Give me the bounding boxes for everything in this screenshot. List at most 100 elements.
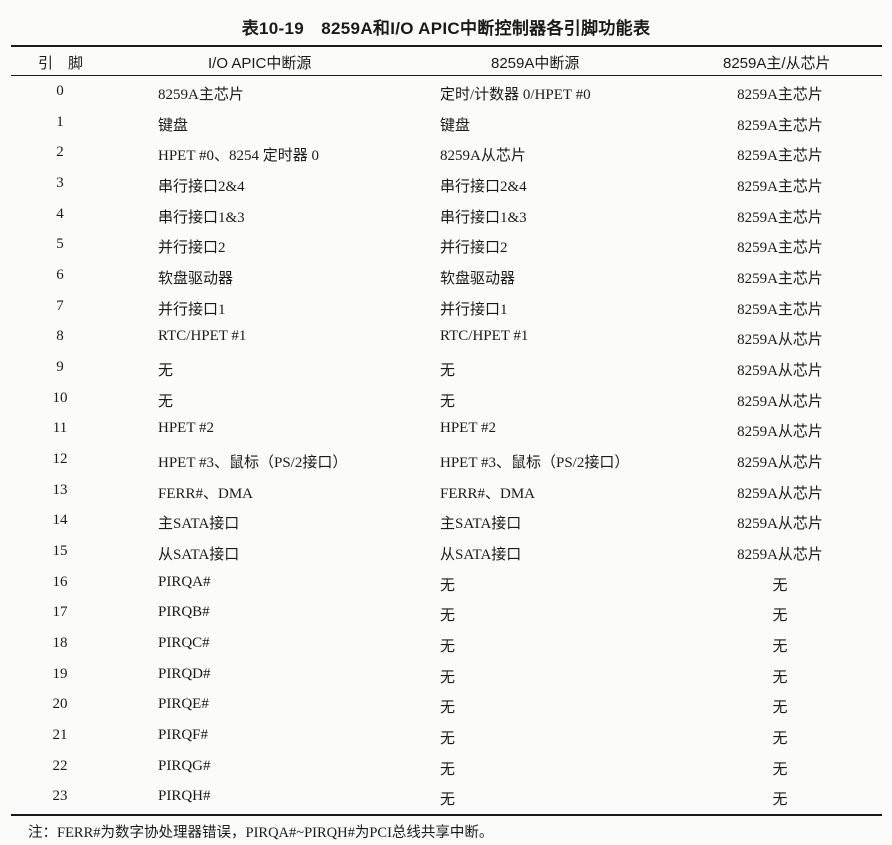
table-row: 16 PIRQA# 无 无 xyxy=(0,571,892,602)
pin-cell: 20 xyxy=(52,696,68,713)
table-row: 15 从SATA接口 从SATA接口 8259A从芯片 xyxy=(0,540,892,571)
table-row: 23 PIRQH# 无 无 xyxy=(0,785,892,816)
pic-source-cell: 无 xyxy=(440,608,456,625)
master-slave-cell: 8259A从芯片 xyxy=(737,332,823,349)
master-slave-cell: 8259A从芯片 xyxy=(737,363,823,380)
pin-cell: 6 xyxy=(56,267,64,284)
pin-cell: 13 xyxy=(52,481,68,498)
master-slave-cell: 无 xyxy=(772,761,788,778)
table-row: 2 HPET #0、8254 定时器 0 8259A从芯片 8259A主芯片 xyxy=(0,141,892,172)
apic-source-cell: PIRQH# xyxy=(158,788,211,805)
apic-source-cell: 串行接口2&4 xyxy=(158,179,245,196)
table-row: 7 并行接口1 并行接口1 8259A主芯片 xyxy=(0,295,892,326)
pin-cell: 5 xyxy=(56,236,64,253)
master-slave-cell: 8259A从芯片 xyxy=(737,485,823,502)
table-header: 引 脚 I/O APIC中断源 8259A中断源 8259A主/从芯片 xyxy=(0,50,892,74)
table-row: 19 PIRQD# 无 无 xyxy=(0,663,892,694)
apic-source-cell: 8259A主芯片 xyxy=(158,87,244,103)
table-row: 9 无 无 8259A从芯片 xyxy=(0,356,892,387)
master-slave-cell: 8259A主芯片 xyxy=(737,148,823,165)
pin-cell: 23 xyxy=(52,788,68,805)
pin-cell: 11 xyxy=(52,420,68,437)
table-row: 12 HPET #3、鼠标（PS/2接口） HPET #3、鼠标（PS/2接口） 82… xyxy=(0,448,892,479)
pic-source-cell: 并行接口2 xyxy=(440,240,508,257)
pic-source-cell: 并行接口1 xyxy=(440,301,508,318)
pic-source-cell: 串行接口2&4 xyxy=(440,179,527,196)
pic-source-cell: 无 xyxy=(440,792,456,809)
pic-source-cell: 无 xyxy=(440,363,456,380)
pic-source-cell: FERR#、DMA xyxy=(440,485,536,502)
master-slave-cell: 8259A从芯片 xyxy=(737,424,823,441)
table-bottom-rule xyxy=(11,814,882,816)
master-slave-cell: 无 xyxy=(772,792,788,809)
table-row: 0 8259A主芯片 定时/计数器 0/HPET #0 8259A主芯片 xyxy=(0,80,892,111)
apic-source-cell: 并行接口2 xyxy=(158,240,226,257)
table-top-rule xyxy=(11,45,882,47)
master-slave-cell: 8259A从芯片 xyxy=(737,547,823,564)
table-row: 21 PIRQF# 无 无 xyxy=(0,724,892,755)
master-slave-cell: 8259A主芯片 xyxy=(737,301,823,318)
apic-source-cell: 软盘驱动器 xyxy=(158,271,234,288)
apic-source-cell: HPET #2 xyxy=(158,420,214,437)
pin-cell: 21 xyxy=(52,727,68,744)
master-slave-cell: 无 xyxy=(772,608,788,625)
table-row: 6 软盘驱动器 软盘驱动器 8259A主芯片 xyxy=(0,264,892,295)
pic-source-cell: 软盘驱动器 xyxy=(440,271,516,288)
apic-source-cell: 键盘 xyxy=(158,117,189,134)
pin-cell: 9 xyxy=(56,359,64,376)
pin-cell: 10 xyxy=(52,389,68,406)
master-slave-cell: 无 xyxy=(772,577,788,594)
pic-source-cell: 无 xyxy=(440,639,456,656)
apic-source-cell: PIRQD# xyxy=(158,665,211,682)
apic-source-cell: 串行接口1&3 xyxy=(158,209,245,226)
pin-cell: 7 xyxy=(56,297,64,314)
master-slave-cell: 无 xyxy=(772,639,788,656)
apic-source-cell: 无 xyxy=(158,393,174,410)
master-slave-cell: 8259A主芯片 xyxy=(737,179,823,196)
pic-source-cell: 无 xyxy=(440,700,456,717)
pic-source-cell: 定时/计数器 0/HPET #0 xyxy=(440,87,591,103)
apic-source-cell: PIRQB# xyxy=(158,604,210,621)
pic-source-cell: RTC/HPET #1 xyxy=(440,328,529,345)
pin-cell: 18 xyxy=(52,635,68,652)
pic-source-cell: 键盘 xyxy=(440,117,471,134)
apic-source-cell: 并行接口1 xyxy=(158,301,226,318)
header-8259a-source: 8259A中断源 xyxy=(491,55,580,72)
pin-cell: 4 xyxy=(56,205,64,222)
pic-source-cell: HPET #2 xyxy=(440,420,496,437)
pic-source-cell: 无 xyxy=(440,761,456,778)
pin-cell: 15 xyxy=(52,543,68,560)
master-slave-cell: 无 xyxy=(772,669,788,686)
pic-source-cell: 无 xyxy=(440,731,456,748)
master-slave-cell: 8259A主芯片 xyxy=(737,87,823,103)
table-row: 8 RTC/HPET #1 RTC/HPET #1 8259A从芯片 xyxy=(0,325,892,356)
pin-cell: 0 xyxy=(56,83,64,99)
master-slave-cell: 无 xyxy=(772,700,788,717)
table-row: 20 PIRQE# 无 无 xyxy=(0,693,892,724)
table-row: 17 PIRQB# 无 无 xyxy=(0,601,892,632)
apic-source-cell: 无 xyxy=(158,363,174,380)
apic-source-cell: PIRQG# xyxy=(158,757,211,774)
table-row: 13 FERR#、DMA FERR#、DMA 8259A从芯片 xyxy=(0,479,892,510)
pic-source-cell: 无 xyxy=(440,577,456,594)
table-title: 表10-19 8259A和I/O APIC中断控制器各引脚功能表 xyxy=(241,19,651,38)
pin-cell: 14 xyxy=(52,512,68,529)
pin-cell: 19 xyxy=(52,665,68,682)
pic-source-cell: HPET #3、鼠标（PS/2接口） xyxy=(440,455,630,472)
pic-source-cell: 从SATA接口 xyxy=(440,547,522,564)
apic-source-cell: 从SATA接口 xyxy=(158,547,240,564)
master-slave-cell: 8259A从芯片 xyxy=(737,393,823,410)
table-row: 3 串行接口2&4 串行接口2&4 8259A主芯片 xyxy=(0,172,892,203)
table-row: 4 串行接口1&3 串行接口1&3 8259A主芯片 xyxy=(0,203,892,234)
table-row: 1 键盘 键盘 8259A主芯片 xyxy=(0,111,892,142)
table-note: 注：FERR#为数字协处理器错误，PIRQA#~PIRQH#为PCI总线共享中断… xyxy=(28,825,494,841)
apic-source-cell: PIRQF# xyxy=(158,727,209,744)
pin-cell: 3 xyxy=(56,175,64,192)
master-slave-cell: 8259A主芯片 xyxy=(737,209,823,226)
apic-source-cell: 主SATA接口 xyxy=(158,516,240,533)
pic-source-cell: 串行接口1&3 xyxy=(440,209,527,226)
table-row: 10 无 无 8259A从芯片 xyxy=(0,387,892,418)
master-slave-cell: 8259A主芯片 xyxy=(737,117,823,134)
pin-cell: 12 xyxy=(52,451,68,468)
header-pin: 引 脚 xyxy=(38,55,84,72)
